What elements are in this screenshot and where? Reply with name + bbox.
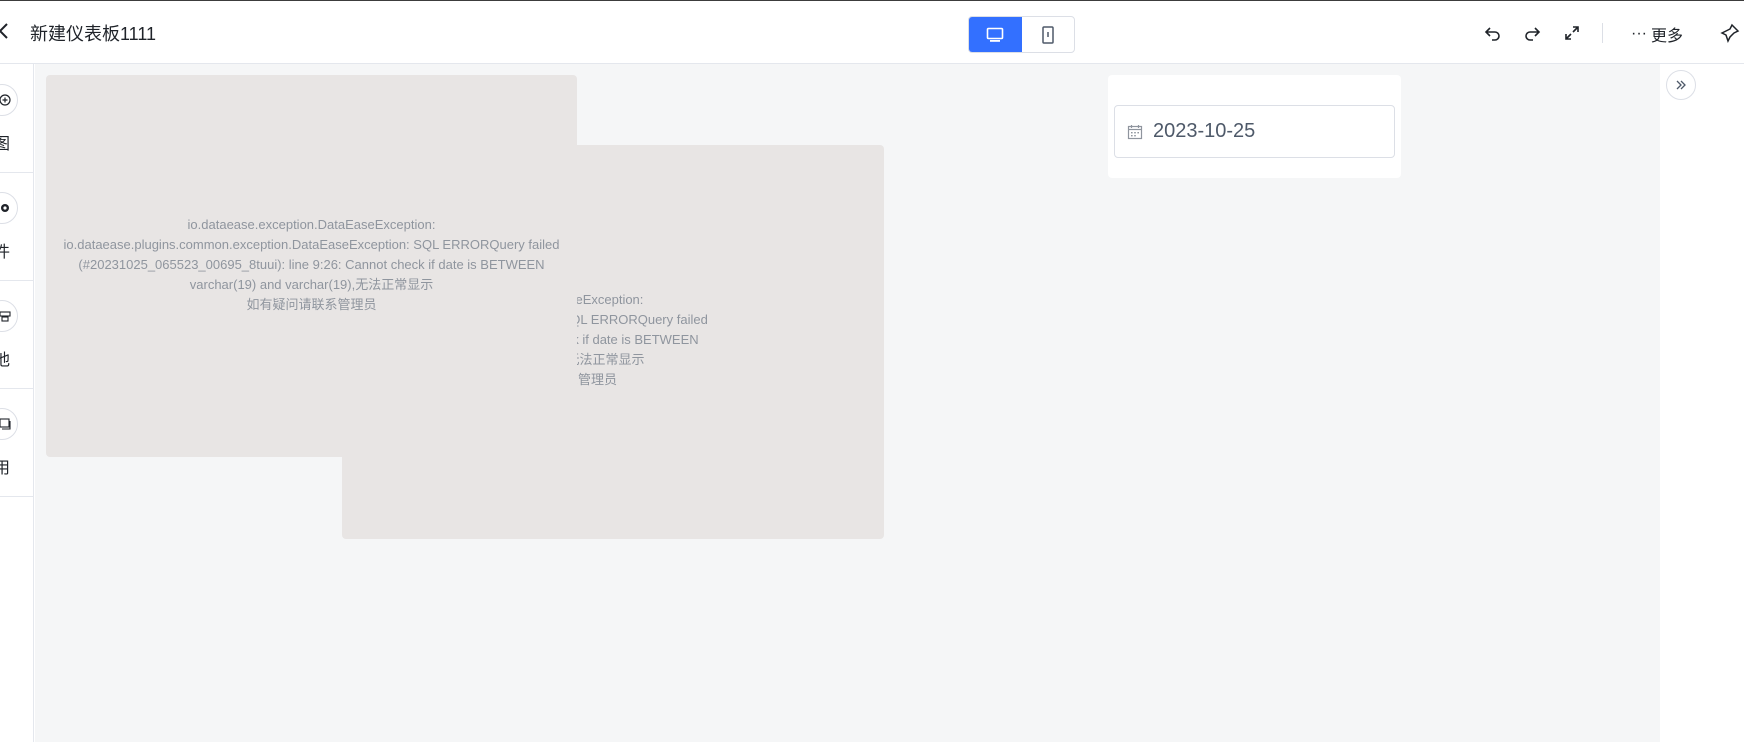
error-line: (#20231025_065523_00695_8tuui): line 9:2… <box>78 257 545 272</box>
fullscreen-icon[interactable] <box>1560 21 1584 45</box>
error-line: 如有疑问请联系管理员 <box>246 297 377 312</box>
error-line: varchar(19) and varchar(19),无法正常显示 <box>189 277 434 292</box>
other-icon <box>0 300 18 332</box>
rail-item-label: 件 <box>0 244 11 261</box>
component-rail: 图 件 他 用 <box>0 64 34 742</box>
rail-divider <box>0 496 34 497</box>
rail-item-label: 他 <box>0 352 11 369</box>
rail-item-chart[interactable]: 图 <box>0 64 34 172</box>
chevron-left-icon[interactable] <box>0 19 12 45</box>
mobile-icon <box>1042 25 1054 44</box>
date-value: 2023-10-25 <box>1153 120 1256 142</box>
right-property-panel <box>1660 64 1744 742</box>
rail-item-label: 图 <box>0 136 11 153</box>
error-line: io.dataease.plugins.common.exception.Dat… <box>63 237 560 252</box>
error-message: io.dataease.exception.DataEaseException:… <box>46 215 577 315</box>
more-button[interactable]: ··· 更多 <box>1631 22 1683 46</box>
double-chevron-right-icon <box>1676 80 1686 90</box>
ellipsis-icon: ··· <box>1631 25 1647 42</box>
redo-icon[interactable] <box>1520 21 1544 45</box>
mobile-view-button[interactable] <box>1022 17 1075 52</box>
pin-icon[interactable] <box>1718 21 1742 45</box>
reuse-icon <box>0 408 18 440</box>
chart-widget-error[interactable]: io.dataease.exception.DataEaseException:… <box>46 75 577 457</box>
rail-item-component[interactable]: 件 <box>0 172 34 280</box>
more-label: 更多 <box>1650 28 1683 45</box>
toolbar-divider <box>1602 23 1603 43</box>
desktop-icon <box>986 27 1004 42</box>
rail-item-other[interactable]: 他 <box>0 280 34 388</box>
rail-item-reuse[interactable]: 用 <box>0 388 34 496</box>
view-mode-toggle <box>968 16 1075 53</box>
desktop-view-button[interactable] <box>969 17 1022 52</box>
gear-icon <box>0 192 18 224</box>
undo-icon[interactable] <box>1481 21 1505 45</box>
add-chart-icon <box>0 84 18 116</box>
rail-item-label: 用 <box>0 460 11 477</box>
calendar-icon <box>1127 124 1143 139</box>
top-toolbar: 新建仪表板1111 ··· 更多 <box>0 0 1744 64</box>
date-filter-widget: 2023-10-25 <box>1108 75 1401 178</box>
dashboard-title[interactable]: 新建仪表板1111 <box>30 20 156 46</box>
expand-panel-button[interactable] <box>1666 70 1696 100</box>
date-picker-input[interactable]: 2023-10-25 <box>1114 105 1395 158</box>
error-line: io.dataease.exception.DataEaseException: <box>187 217 436 232</box>
